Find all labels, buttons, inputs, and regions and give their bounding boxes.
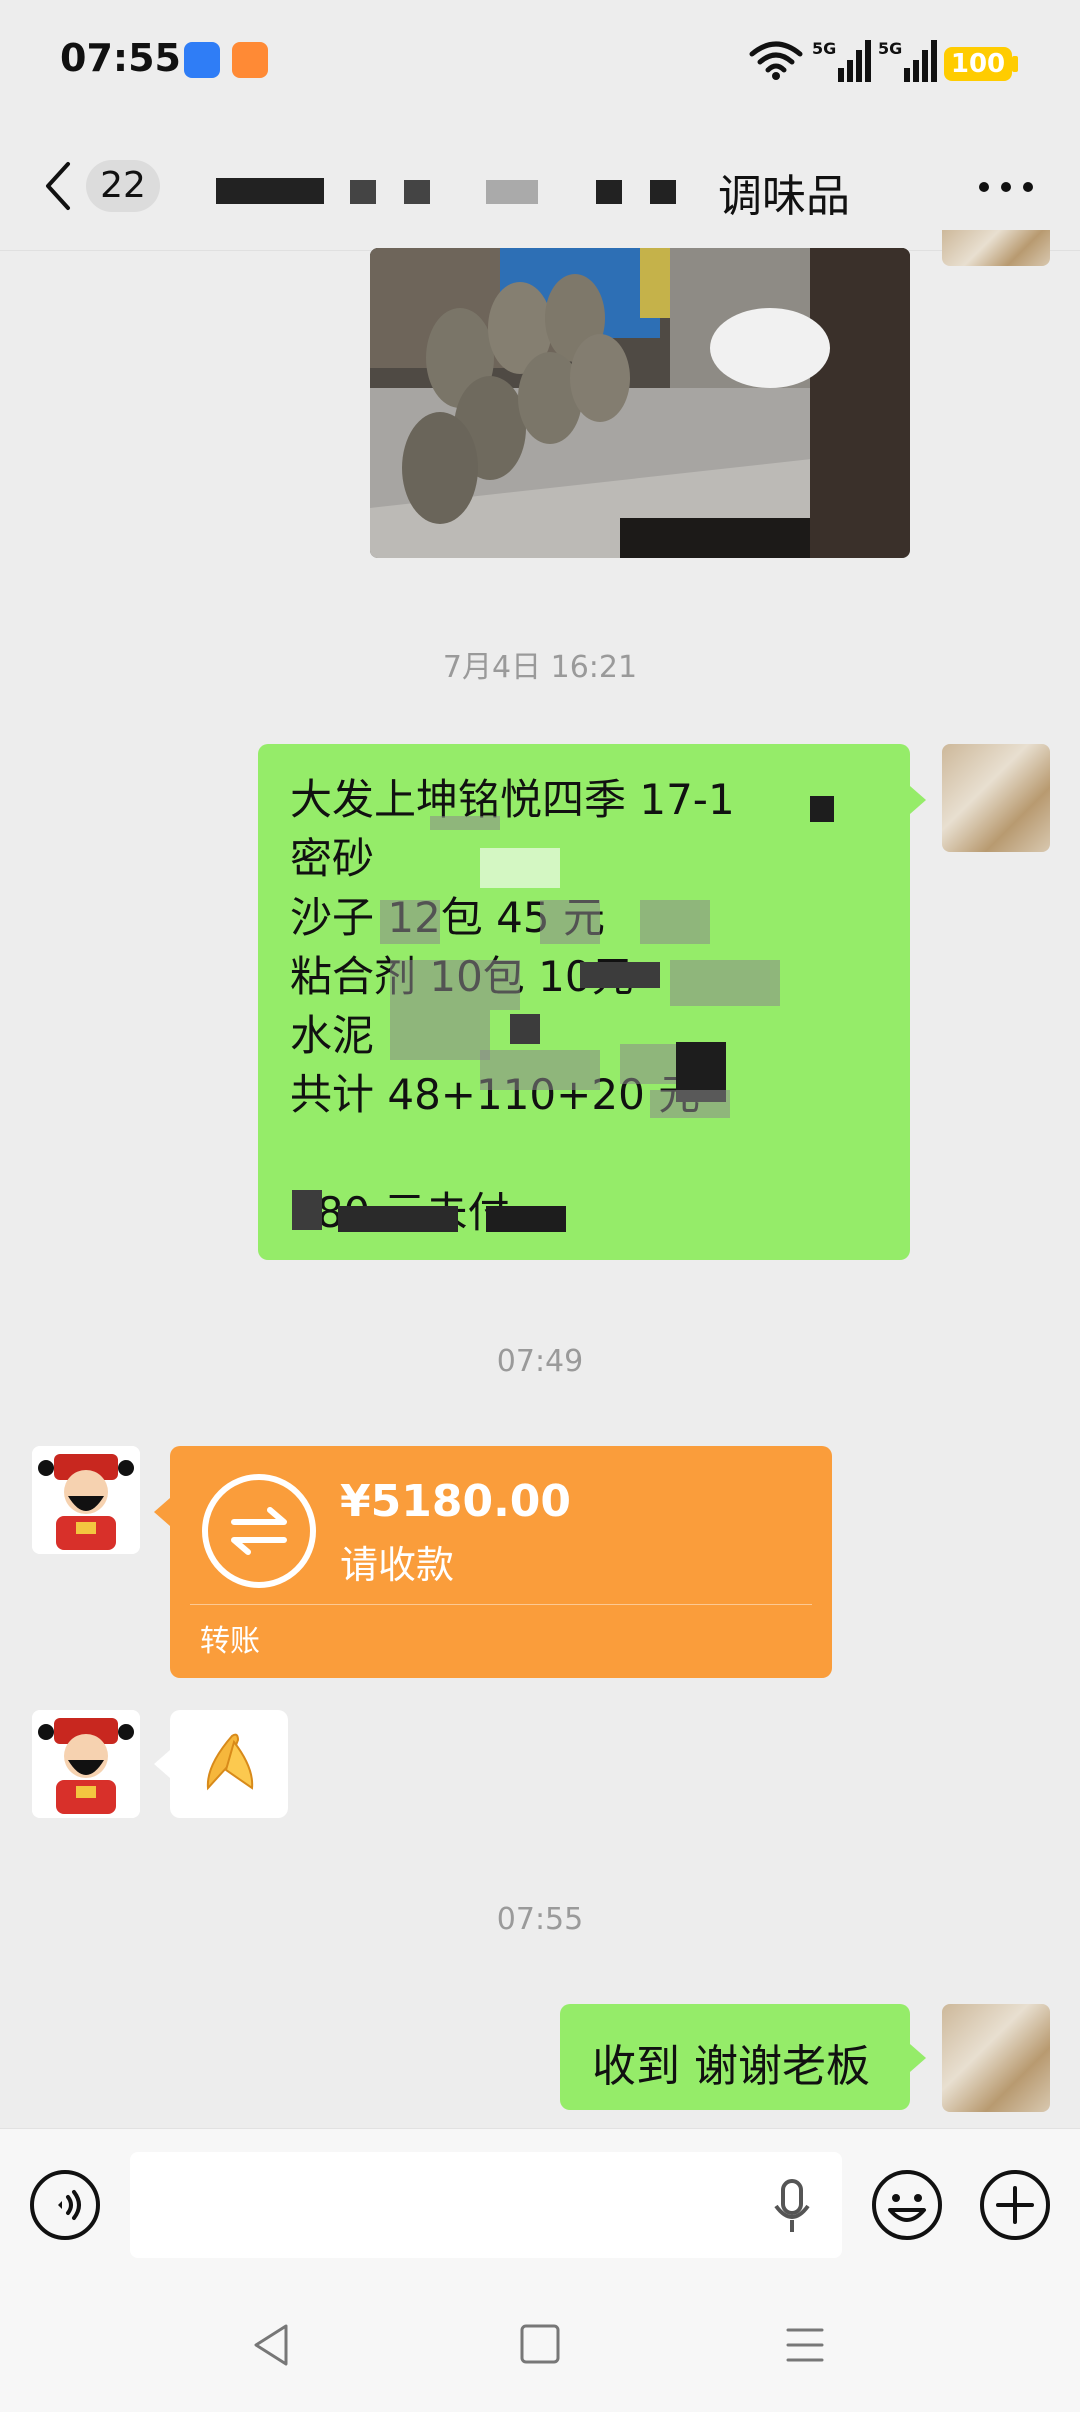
pixelated-redaction [640, 900, 710, 944]
god-of-wealth-avatar-art [32, 1710, 140, 1818]
emoji-icon[interactable] [870, 2168, 944, 2242]
network-label: 5G [878, 39, 902, 58]
pixelated-redaction [380, 900, 440, 944]
timestamp: 7月4日 16:21 [442, 650, 638, 685]
status-time: 07:55 [60, 36, 181, 80]
transfer-amount: ¥5180.00 [340, 1476, 572, 1527]
pixelated-redaction [620, 1044, 680, 1084]
bubble-tail [910, 2044, 926, 2072]
photo-content [370, 248, 910, 558]
network-label: 5G [812, 39, 836, 58]
menu-lines-icon[interactable] [782, 2320, 828, 2370]
video-app-notification-icon [232, 42, 268, 78]
redacted-name [350, 180, 376, 204]
bubble-tail [154, 1750, 170, 1778]
divider [190, 1604, 812, 1605]
message-line [290, 1124, 735, 1183]
pixelated-redaction [580, 962, 660, 988]
pray-hands-icon [206, 1733, 254, 1791]
wifi-icon [749, 41, 803, 80]
pixelated-redaction [338, 1206, 458, 1232]
pixelated-redaction [670, 960, 780, 1006]
contact-avatar[interactable] [32, 1710, 140, 1818]
home-square-icon[interactable] [516, 2320, 564, 2368]
more-horizontal-icon[interactable] [976, 180, 1036, 194]
voice-icon[interactable] [28, 2168, 102, 2242]
unread-count-badge[interactable]: 22 [86, 160, 160, 212]
app-notification-icon [184, 42, 220, 78]
message-line: 大发上坤铭悦四季 17-1 [290, 775, 735, 824]
redacted-name [404, 180, 430, 204]
pixelated-redaction [430, 816, 500, 830]
back-triangle-icon[interactable] [248, 2320, 294, 2370]
signal-icon: 5G [812, 39, 871, 82]
my-avatar[interactable] [942, 2004, 1050, 2112]
pixelated-redaction [480, 848, 560, 888]
god-of-wealth-avatar-art [32, 1446, 140, 1554]
redacted-name [216, 178, 324, 204]
timestamp: 07:55 [496, 1902, 584, 1937]
contact-avatar[interactable] [32, 1446, 140, 1554]
chat-header [0, 120, 1080, 251]
reply-text: 收到 谢谢老板 [592, 2041, 870, 2092]
chat-title: 调味品 [718, 171, 850, 222]
redacted-name [596, 180, 622, 204]
pixelated-redaction [510, 1014, 540, 1044]
bubble-tail [910, 786, 926, 814]
battery-tip [1012, 56, 1018, 72]
transfer-arrows-icon [202, 1474, 316, 1588]
battery-icon: 100 [944, 47, 1012, 81]
microphone-icon[interactable] [772, 2178, 812, 2236]
my-avatar[interactable] [942, 230, 1050, 266]
plus-icon[interactable] [978, 2168, 1052, 2242]
redacted-name [650, 180, 676, 204]
pixelated-redaction [540, 900, 600, 944]
pixelated-redaction [810, 796, 834, 822]
pixelated-redaction [390, 960, 520, 1010]
pixelated-redaction [480, 1050, 600, 1090]
timestamp: 07:49 [496, 1344, 584, 1379]
bubble-tail [154, 1498, 170, 1526]
signal-icon: 5G [878, 39, 937, 82]
pixelated-redaction [390, 1010, 490, 1060]
my-avatar[interactable] [942, 744, 1050, 852]
pixelated-redaction [650, 1090, 730, 1118]
redacted-name [486, 180, 538, 204]
message-input[interactable] [130, 2152, 842, 2258]
pixelated-redaction [486, 1206, 566, 1232]
transfer-label: 转账 [200, 1624, 260, 1659]
pixelated-redaction [292, 1190, 322, 1230]
photo-message[interactable] [370, 248, 910, 558]
chevron-left-icon[interactable] [38, 158, 78, 214]
transfer-status: 请收款 [340, 1543, 455, 1587]
